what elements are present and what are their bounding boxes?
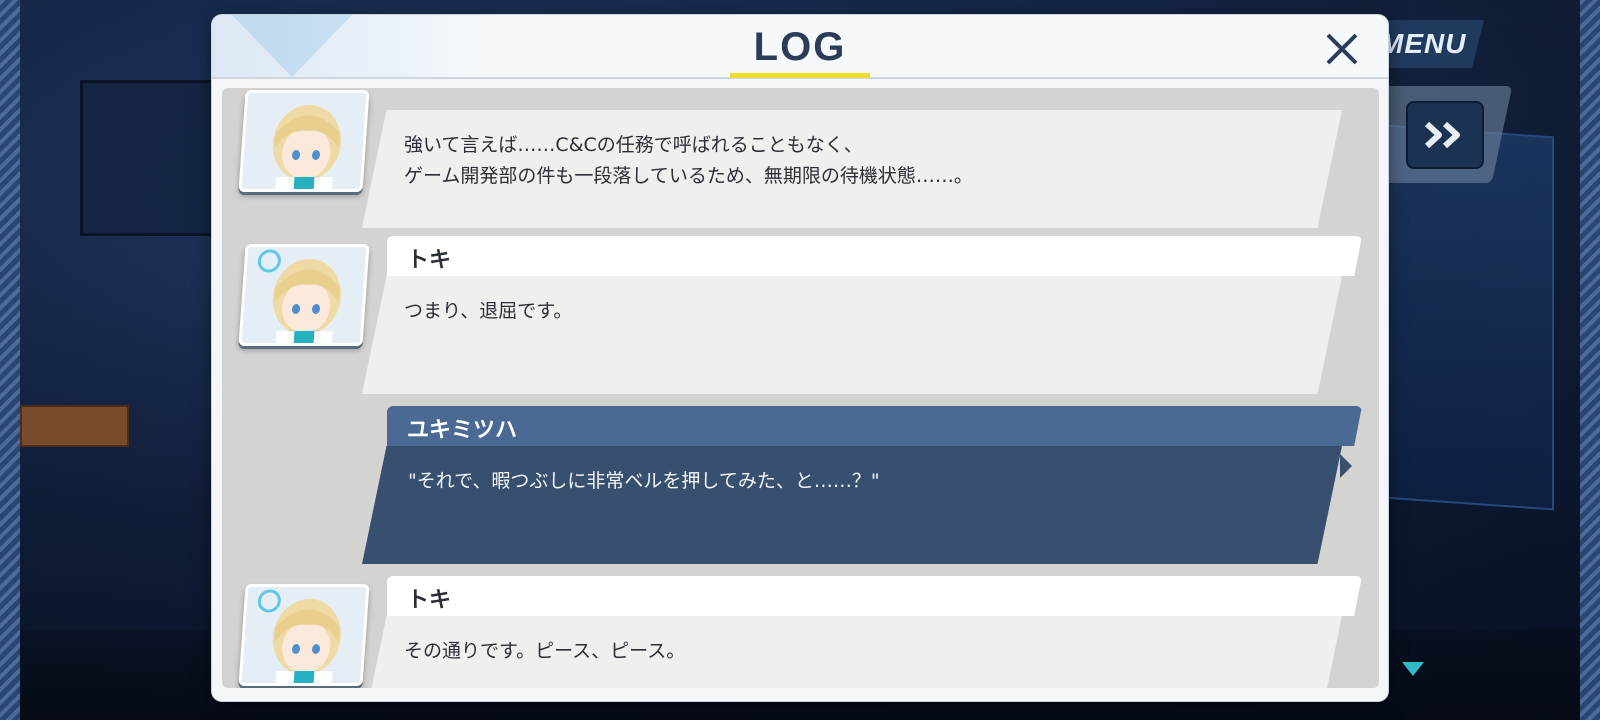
title-underline	[730, 73, 870, 78]
bubble-notch	[1340, 454, 1352, 478]
log-entry: トキ その通りです。ピース、ピース。	[222, 576, 1379, 688]
character-avatar	[238, 584, 370, 686]
dialogue-bubble: 強いて言えば……C&Cの任務で呼ばれることもなく、 ゲーム開発部の件も一段落して…	[362, 110, 1342, 228]
dialogue-text: その通りです。ピース、ピース。	[404, 640, 686, 662]
speaker-name-bar: トキ	[387, 236, 1362, 276]
dialogue-bubble: その通りです。ピース、ピース。	[362, 616, 1342, 688]
background-box	[20, 405, 129, 447]
scroll-down-indicator-icon	[1402, 662, 1424, 676]
log-entry: 強いて言えば……C&Cの任務で呼ばれることもなく、 ゲーム開発部の件も一段落して…	[222, 88, 1379, 228]
character-avatar	[238, 244, 370, 346]
left-border-stripe	[0, 0, 20, 720]
speaker-name-bar: トキ	[387, 576, 1362, 616]
log-entry-player: ユキミツハ "それで、暇つぶしに非常ベルを押してみた、と……？"	[222, 406, 1379, 566]
character-avatar	[238, 90, 370, 192]
log-header: LOG	[212, 15, 1388, 79]
portrait-icon	[241, 587, 367, 683]
dialogue-bubble: つまり、退屈です。	[362, 276, 1342, 394]
speaker-name-bar: ユキミツハ	[387, 406, 1362, 446]
dialogue-bubble: "それで、暇つぶしに非常ベルを押してみた、と……？"	[362, 446, 1342, 564]
speaker-name: ユキミツハ	[407, 418, 518, 443]
dialogue-text: 強いて言えば……C&Cの任務で呼ばれることもなく、 ゲーム開発部の件も一段落して…	[404, 134, 973, 187]
speaker-name: トキ	[407, 248, 452, 273]
right-border-stripe	[1580, 0, 1600, 720]
close-button[interactable]	[1322, 29, 1362, 69]
close-icon	[1326, 33, 1358, 65]
dialogue-text: "それで、暇つぶしに非常ベルを押してみた、と……？"	[408, 470, 880, 492]
log-entry: トキ つまり、退屈です。	[222, 236, 1379, 396]
fast-forward-button[interactable]	[1406, 101, 1484, 169]
menu-label: MENU	[1379, 28, 1467, 59]
log-title: LOG	[753, 25, 847, 69]
speaker-name: トキ	[407, 588, 452, 613]
double-chevron-right-icon	[1424, 121, 1460, 149]
log-dialog: LOG 強いて言えば……C&Cの任務で呼ばれることもなく、 ゲーム開発部の件も一…	[212, 15, 1388, 701]
dialogue-text: つまり、退屈です。	[404, 300, 573, 322]
portrait-icon	[241, 247, 367, 343]
portrait-icon	[241, 93, 367, 189]
log-scroll-area[interactable]: 強いて言えば……C&Cの任務で呼ばれることもなく、 ゲーム開発部の件も一段落して…	[222, 88, 1379, 688]
